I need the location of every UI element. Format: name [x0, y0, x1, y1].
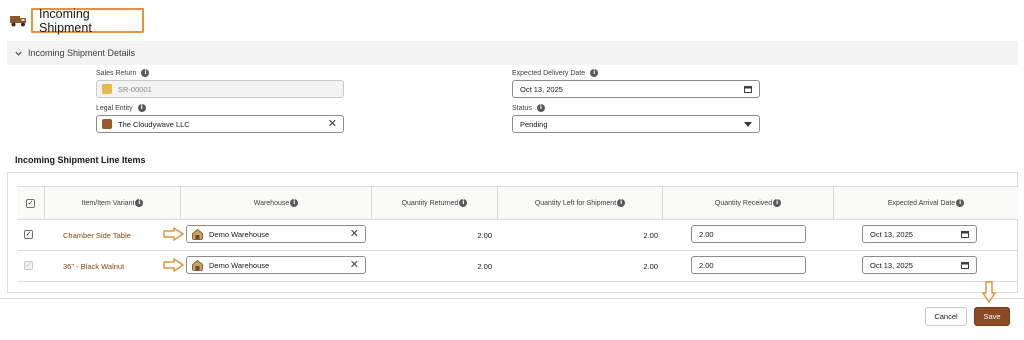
building-icon: [102, 119, 112, 129]
page-title: Incoming Shipment: [31, 7, 144, 35]
status-label-text: Status: [512, 104, 532, 112]
cancel-button[interactable]: Cancel: [925, 307, 967, 326]
legal-entity-value: The Cloudywave LLC: [118, 119, 190, 129]
column-header-arrival-date-text: Expected Arrival Date: [887, 199, 956, 207]
arrow-right-icon: [163, 258, 184, 272]
section-title: Incoming Shipment Details: [28, 48, 136, 58]
arrival-date-field[interactable]: Oct 13, 2025: [862, 225, 977, 243]
info-icon[interactable]: i: [590, 69, 599, 77]
clear-icon[interactable]: ✕: [350, 259, 359, 271]
footer-divider: [0, 298, 1024, 299]
sales-return-label-text: Sales Return: [96, 69, 137, 77]
column-header-qty-returned: Quantity Returned i: [372, 186, 498, 220]
section-toggle-details[interactable]: Incoming Shipment Details: [7, 41, 1018, 65]
legal-entity-lookup[interactable]: The Cloudywave LLC ✕: [96, 115, 344, 133]
sales-return-record-icon: [102, 84, 112, 94]
caret-down-icon: [744, 121, 752, 127]
warehouse-icon: [192, 228, 203, 240]
chevron-down-icon: [15, 51, 22, 56]
calendar-icon[interactable]: [961, 261, 969, 269]
legal-entity-label: Legal Entity i: [96, 104, 146, 112]
legal-entity-label-text: Legal Entity: [96, 104, 133, 112]
info-icon[interactable]: i: [956, 199, 965, 207]
row-checkbox[interactable]: ✓: [24, 261, 33, 270]
arrow-right-icon: [163, 227, 184, 241]
qty-received-value: 2.00: [699, 229, 714, 239]
qty-returned-value: 2.00: [477, 231, 492, 240]
warehouse-icon: [192, 259, 203, 271]
item-link[interactable]: 36" - Black Walnut: [63, 262, 124, 271]
truck-icon: [10, 16, 26, 27]
expected-delivery-date-field[interactable]: Oct 13, 2025: [512, 80, 760, 98]
status-label: Status i: [512, 104, 545, 112]
warehouse-value: Demo Warehouse: [209, 260, 270, 270]
column-header-qty-left: Quantity Left for Shipment i: [498, 186, 663, 220]
column-header-arrival-date: Expected Arrival Date i: [834, 186, 1018, 220]
column-header-qty-left-text: Quantity Left for Shipment: [534, 199, 617, 207]
row-checkbox[interactable]: ✓: [24, 230, 33, 239]
warehouse-value: Demo Warehouse: [209, 229, 270, 239]
info-icon[interactable]: i: [137, 104, 146, 112]
qty-returned-value: 2.00: [477, 262, 492, 271]
calendar-icon[interactable]: [961, 230, 969, 238]
arrow-down-icon: [982, 281, 996, 303]
warehouse-lookup[interactable]: Demo Warehouse ✕: [186, 256, 366, 274]
clear-icon[interactable]: ✕: [350, 228, 359, 240]
item-link[interactable]: Chamber Side Table: [63, 231, 131, 240]
info-icon[interactable]: i: [141, 69, 150, 77]
info-icon[interactable]: i: [135, 199, 144, 207]
qty-received-input[interactable]: 2.00: [691, 225, 806, 243]
expected-delivery-date-label: Expected Delivery Date i: [512, 69, 599, 77]
sales-return-field: SR-00001: [96, 80, 344, 98]
column-header-qty-returned-text: Quantity Returned: [401, 199, 459, 207]
status-select[interactable]: Pending: [512, 115, 760, 133]
header-select-cell: ✓: [17, 186, 45, 220]
row-divider: [17, 281, 1018, 282]
column-header-item: Item/Item Variant i: [45, 186, 181, 220]
info-icon[interactable]: i: [617, 199, 626, 207]
info-icon[interactable]: i: [290, 199, 299, 207]
expected-delivery-date-value: Oct 13, 2025: [520, 84, 563, 94]
column-header-warehouse-text: Warehouse: [253, 199, 290, 207]
arrival-date-value: Oct 13, 2025: [870, 260, 913, 270]
info-icon[interactable]: i: [773, 199, 782, 207]
info-icon[interactable]: i: [536, 104, 545, 112]
clear-icon[interactable]: ✕: [328, 118, 337, 130]
arrival-date-field[interactable]: Oct 13, 2025: [862, 256, 977, 274]
column-header-qty-received: Quantity Received i: [663, 186, 834, 220]
calendar-icon[interactable]: [744, 85, 752, 93]
save-button[interactable]: Save: [974, 307, 1010, 326]
line-items-title: Incoming Shipment Line Items: [15, 155, 146, 165]
sales-return-value: SR-00001: [118, 84, 152, 94]
column-header-item-text: Item/Item Variant: [81, 199, 135, 207]
sales-return-label: Sales Return i: [96, 69, 150, 77]
select-all-checkbox[interactable]: ✓: [26, 198, 35, 208]
column-header-qty-received-text: Quantity Received: [714, 199, 773, 207]
qty-left-value: 2.00: [643, 231, 658, 240]
qty-received-input[interactable]: 2.00: [691, 256, 806, 274]
qty-received-value: 2.00: [699, 260, 714, 270]
info-icon[interactable]: i: [459, 199, 468, 207]
warehouse-lookup[interactable]: Demo Warehouse ✕: [186, 225, 366, 243]
status-value: Pending: [520, 119, 548, 129]
expected-delivery-date-label-text: Expected Delivery Date: [512, 69, 586, 77]
qty-left-value: 2.00: [643, 262, 658, 271]
arrival-date-value: Oct 13, 2025: [870, 229, 913, 239]
column-header-warehouse: Warehouse i: [181, 186, 372, 220]
